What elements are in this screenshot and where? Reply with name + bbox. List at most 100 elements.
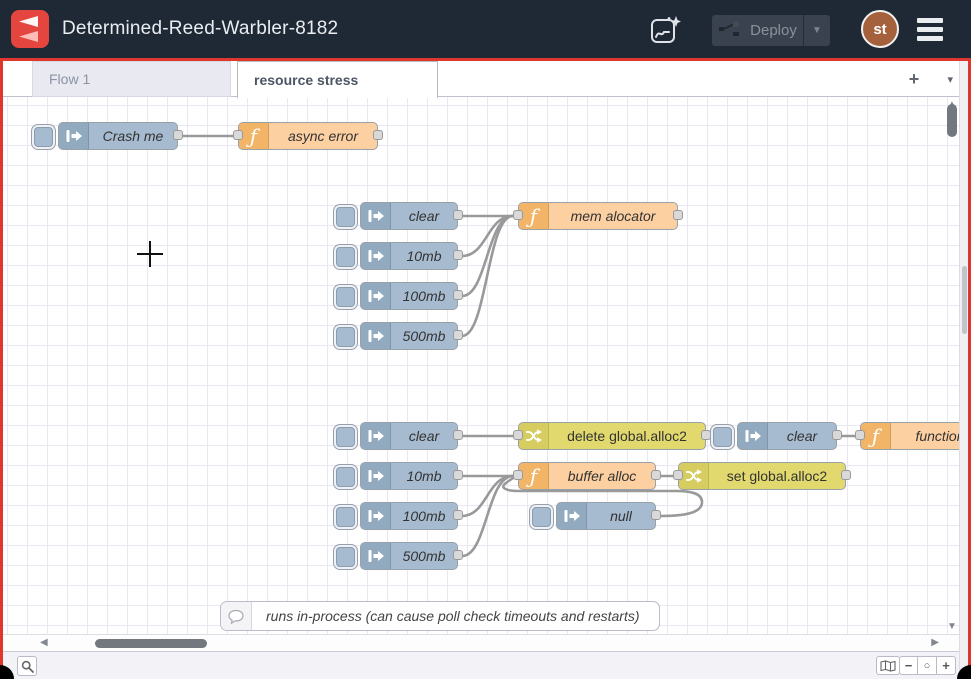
node-10mb-a[interactable]: 10mb	[360, 242, 458, 270]
node-set-global-alloc2[interactable]: set global.alloc2	[678, 462, 846, 490]
inject-trigger-button[interactable]	[710, 424, 735, 450]
vertical-scroll-thumb[interactable]	[947, 104, 957, 137]
navigator-toggle-button[interactable]	[876, 656, 900, 675]
tab-resource-stress[interactable]: resource stress	[237, 61, 438, 98]
inject-arrow-icon	[361, 243, 391, 269]
page-scrollbar[interactable]	[959, 61, 968, 679]
node-clear-c[interactable]: clear	[737, 422, 837, 450]
inject-trigger-button[interactable]	[333, 504, 358, 530]
tab-flow-1[interactable]: Flow 1	[32, 61, 231, 97]
scroll-left-icon[interactable]: ◀	[40, 637, 48, 648]
inject-trigger-button[interactable]	[333, 204, 358, 230]
output-port[interactable]	[651, 510, 661, 520]
node-buffer-alloc[interactable]: ƒbuffer alloc	[518, 462, 656, 490]
input-port[interactable]	[855, 430, 865, 440]
node-label: 10mb	[391, 243, 457, 269]
user-avatar[interactable]: st	[861, 10, 899, 48]
function-icon: ƒ	[861, 423, 891, 449]
output-port[interactable]	[673, 210, 683, 220]
inject-trigger-button[interactable]	[333, 424, 358, 450]
inject-arrow-icon	[361, 463, 391, 489]
output-port[interactable]	[453, 210, 463, 220]
output-port[interactable]	[841, 470, 851, 480]
node-100mb-b[interactable]: 100mb	[360, 502, 458, 530]
deploy-button[interactable]: Deploy ▼	[712, 15, 830, 46]
node-async-error[interactable]: ƒasync error	[238, 122, 378, 150]
inject-arrow-icon	[361, 423, 391, 449]
inject-trigger-button[interactable]	[333, 544, 358, 570]
inject-arrow-icon	[738, 423, 768, 449]
inject-arrow-icon	[557, 503, 587, 529]
zoom-in-button[interactable]: +	[937, 656, 956, 675]
node-500mb-a[interactable]: 500mb	[360, 322, 458, 350]
function-icon: ƒ	[519, 463, 549, 489]
input-port[interactable]	[513, 470, 523, 480]
scroll-down-icon[interactable]: ▼	[945, 621, 959, 632]
inject-trigger-button[interactable]	[333, 464, 358, 490]
output-port[interactable]	[651, 470, 661, 480]
node-label: 100mb	[391, 503, 457, 529]
node-label: 500mb	[391, 543, 457, 569]
inject-trigger-button[interactable]	[529, 504, 554, 530]
inject-arrow-icon	[59, 123, 89, 149]
node-clear-a[interactable]: clear	[360, 202, 458, 230]
flow-list-caret[interactable]: ▾	[947, 73, 953, 86]
node-500mb-b[interactable]: 500mb	[360, 542, 458, 570]
inject-trigger-button[interactable]	[31, 124, 56, 150]
output-port[interactable]	[453, 510, 463, 520]
output-port[interactable]	[453, 470, 463, 480]
node-label: 500mb	[391, 323, 457, 349]
workspace-frame: Flow 1 resource stress + ▾ Crash meƒasyn…	[0, 58, 971, 679]
node-label: Crash me	[89, 123, 177, 149]
output-port[interactable]	[453, 550, 463, 560]
node-comment[interactable]: runs in-process (can cause poll check ti…	[220, 601, 660, 631]
canvas-vertical-scrollbar[interactable]: ▲ ▼	[945, 97, 959, 634]
node-label: clear	[391, 203, 457, 229]
node-delete-global-alloc2[interactable]: delete global.alloc2	[518, 422, 706, 450]
node-10mb-b[interactable]: 10mb	[360, 462, 458, 490]
inject-arrow-icon	[361, 543, 391, 569]
zoom-reset-button[interactable]: ○	[918, 656, 937, 675]
search-flows-button[interactable]	[17, 656, 37, 676]
output-port[interactable]	[453, 430, 463, 440]
wire-100mb-a-to-mem-alocator[interactable]	[462, 216, 513, 296]
zoom-controls: − ○ +	[899, 656, 956, 675]
output-port[interactable]	[173, 130, 183, 140]
node-mem-alocator[interactable]: ƒmem alocator	[518, 202, 678, 230]
output-port[interactable]	[453, 250, 463, 260]
inject-trigger-button[interactable]	[333, 284, 358, 310]
flow-tab-bar: Flow 1 resource stress + ▾	[3, 61, 968, 97]
add-flow-button[interactable]: +	[904, 69, 924, 89]
canvas-horizontal-scrollbar[interactable]: ◀ ▶	[3, 634, 959, 651]
input-port[interactable]	[673, 470, 683, 480]
main-menu-icon[interactable]	[917, 18, 943, 41]
flow-canvas[interactable]: Crash meƒasync errorclear10mb100mb500mbƒ…	[3, 97, 959, 634]
node-label: async error	[269, 123, 377, 149]
input-port[interactable]	[513, 210, 523, 220]
inject-arrow-icon	[361, 323, 391, 349]
deploy-icon	[718, 21, 742, 41]
output-port[interactable]	[373, 130, 383, 140]
node-clear-b[interactable]: clear	[360, 422, 458, 450]
tab-label: resource stress	[254, 72, 358, 88]
inject-trigger-button[interactable]	[333, 244, 358, 270]
inject-trigger-button[interactable]	[333, 324, 358, 350]
deploy-options-caret[interactable]: ▼	[804, 25, 830, 36]
horizontal-scroll-thumb[interactable]	[95, 639, 207, 648]
node-100mb-a[interactable]: 100mb	[360, 282, 458, 310]
output-port[interactable]	[453, 330, 463, 340]
inject-arrow-icon	[361, 283, 391, 309]
node-null[interactable]: null	[556, 502, 656, 530]
input-port[interactable]	[233, 130, 243, 140]
output-port[interactable]	[832, 430, 842, 440]
workspace-title: Determined-Reed-Warbler-8182	[62, 0, 338, 58]
output-port[interactable]	[453, 290, 463, 300]
ai-assistant-icon[interactable]	[650, 15, 682, 45]
input-port[interactable]	[513, 430, 523, 440]
scroll-right-icon[interactable]: ▶	[931, 637, 939, 648]
page-scroll-thumb[interactable]	[962, 266, 967, 334]
wires-layer	[3, 97, 959, 634]
zoom-out-button[interactable]: −	[899, 656, 918, 675]
node-crash-me[interactable]: Crash me	[58, 122, 178, 150]
change-shuffle-icon	[519, 423, 549, 449]
